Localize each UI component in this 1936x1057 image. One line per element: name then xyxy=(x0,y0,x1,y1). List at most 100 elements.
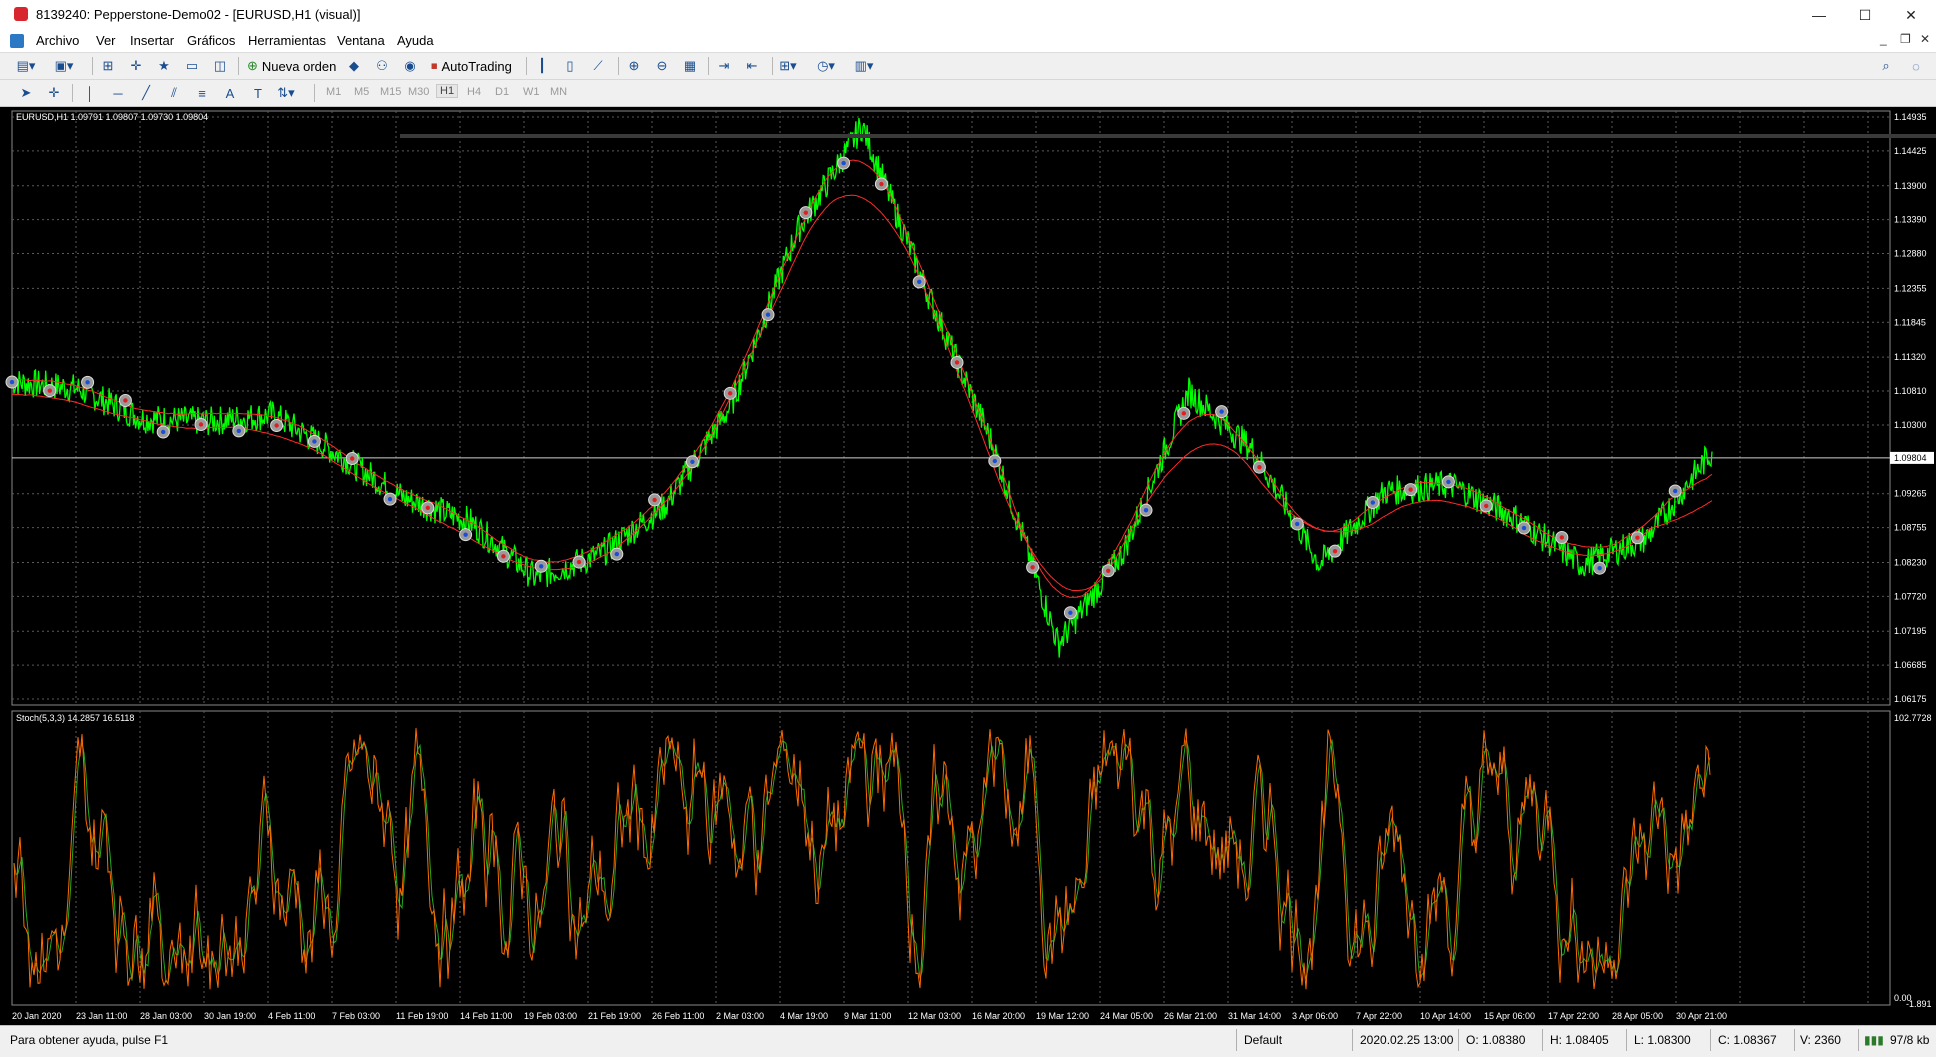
trade-marker-dot xyxy=(1635,535,1640,540)
chart-window[interactable]: 1.14935 1.14425 1.13900 1.13390 1.12880 1.123… xyxy=(0,107,1936,1025)
terminal-icon[interactable]: ▭ xyxy=(182,56,202,76)
trade-marker-dot xyxy=(1521,525,1527,531)
trade-marker-dot xyxy=(614,551,620,557)
status-datetime: 2020.02.25 13:00 xyxy=(1360,1033,1454,1047)
mdi-close-button[interactable]: ✕ xyxy=(1920,32,1930,46)
price-tick-label: 1.11320 xyxy=(1894,352,1926,362)
menu-ayuda[interactable]: Ayuda xyxy=(397,33,434,48)
price-tick-label: 1.10810 xyxy=(1894,386,1927,396)
price-tick-label: 1.11845 xyxy=(1894,317,1926,327)
zoom-in-icon[interactable]: ⊕ xyxy=(624,56,644,76)
price-tick-label: 1.12880 xyxy=(1894,249,1927,259)
candlestick-icon[interactable]: ▯ xyxy=(560,56,580,76)
metaeditor-icon[interactable]: ◆ xyxy=(344,56,364,76)
time-tick-label: 31 Mar 14:00 xyxy=(1228,1011,1281,1021)
price-tick-label: 1.10300 xyxy=(1894,420,1927,430)
autoscroll-icon[interactable]: ⇥ xyxy=(714,56,734,76)
timeframe-m30[interactable]: M30 xyxy=(408,86,429,98)
search-icon[interactable]: ⌕ xyxy=(1876,56,1896,76)
close-button[interactable]: ✕ xyxy=(1888,0,1934,30)
menu-archivo[interactable]: Archivo xyxy=(36,33,79,48)
menu-ventana[interactable]: Ventana xyxy=(337,33,385,48)
trade-marker-dot xyxy=(539,564,544,569)
trade-marker-dot xyxy=(1484,503,1489,509)
mdi-minimize-button[interactable]: _ xyxy=(1880,32,1887,46)
time-tick-label: 7 Feb 03:00 xyxy=(332,1011,380,1021)
timeframe-m1[interactable]: M1 xyxy=(326,86,341,98)
time-tick-label: 19 Mar 12:00 xyxy=(1036,1011,1089,1021)
trade-marker-dot xyxy=(274,423,279,428)
time-tick-label: 3 Apr 06:00 xyxy=(1292,1011,1338,1021)
bar-chart-icon[interactable]: ┃ xyxy=(532,56,552,76)
autotrading-button[interactable]: ⏹ AutoTrading xyxy=(428,56,515,76)
time-tick-label: 21 Feb 19:00 xyxy=(588,1011,641,1021)
chat-icon[interactable]: ◌ xyxy=(1906,56,1926,76)
templates-icon[interactable]: ▥▾ xyxy=(854,56,874,76)
horizontal-scrollbar[interactable] xyxy=(400,134,1936,138)
navigator-icon[interactable]: ★ xyxy=(154,56,174,76)
horizontal-line-icon[interactable]: ─ xyxy=(108,83,128,103)
band-upper xyxy=(11,159,1713,598)
tile-windows-icon[interactable]: ▦ xyxy=(680,56,700,76)
timeframe-d1[interactable]: D1 xyxy=(495,86,509,98)
timeframe-w1[interactable]: W1 xyxy=(523,86,540,98)
time-tick-label: 10 Apr 14:00 xyxy=(1420,1011,1471,1021)
trade-marker-dot xyxy=(992,458,998,464)
chart-shift-icon[interactable]: ⇤ xyxy=(742,56,762,76)
trade-marker-dot xyxy=(879,181,884,187)
time-tick-label: 26 Feb 11:00 xyxy=(652,1011,704,1021)
timeframe-mn[interactable]: MN xyxy=(550,86,567,98)
price-tick-label: 1.14425 xyxy=(1894,146,1927,156)
trade-marker-dot xyxy=(236,428,242,434)
standard-toolbar: ▤▾ ▣▾ ⊞ ✛ ★ ▭ ◫ ⊕ Nueva orden ◆ ⚇ ◉ ⏹ Auto… xyxy=(0,53,1936,80)
text-label-icon[interactable]: T xyxy=(248,83,268,103)
menu-graficos[interactable]: Gráficos xyxy=(187,33,235,48)
line-chart-icon[interactable]: ⟋ xyxy=(588,56,608,76)
fibonacci-icon[interactable]: ≡ xyxy=(192,83,212,103)
text-tool-icon[interactable]: A xyxy=(220,83,240,103)
market-watch-icon[interactable]: ⊞ xyxy=(98,56,118,76)
maximize-button[interactable]: ☐ xyxy=(1842,0,1888,30)
time-tick-label: 4 Feb 11:00 xyxy=(268,1011,315,1021)
new-chart-icon[interactable]: ▤▾ xyxy=(16,56,36,76)
mdi-restore-button[interactable]: ❐ xyxy=(1900,32,1911,46)
strategy-tester-icon[interactable]: ◫ xyxy=(210,56,230,76)
periods-icon[interactable]: ◷▾ xyxy=(816,56,836,76)
timeframe-h1[interactable]: H1 xyxy=(436,84,459,98)
menu-insertar[interactable]: Insertar xyxy=(130,33,174,48)
menu-ver[interactable]: Ver xyxy=(96,33,116,48)
chart-canvas[interactable]: 1.14935 1.14425 1.13900 1.13390 1.12880 1.123… xyxy=(0,107,1936,1025)
time-tick-label: 4 Mar 19:00 xyxy=(780,1011,828,1021)
cursor-icon[interactable]: ➤ xyxy=(16,83,36,103)
status-low: L: 1.08300 xyxy=(1634,1033,1691,1047)
signals-icon[interactable]: ⚇ xyxy=(372,56,392,76)
timeframe-h4[interactable]: H4 xyxy=(467,86,481,98)
trade-marker-dot xyxy=(47,388,53,393)
timeframe-m15[interactable]: M15 xyxy=(380,86,401,98)
window-title: 8139240: Pepperstone-Demo02 - [EURUSD,H1… xyxy=(36,7,361,22)
arrows-icon[interactable]: ⇅▾ xyxy=(276,83,296,103)
channel-icon[interactable]: ⫽ xyxy=(164,83,184,103)
data-window-icon[interactable]: ✛ xyxy=(126,56,146,76)
chart-window-icon[interactable] xyxy=(10,34,24,48)
minimize-button[interactable]: — xyxy=(1796,0,1842,30)
time-tick-label: 9 Mar 11:00 xyxy=(844,1011,891,1021)
trade-marker-dot xyxy=(1446,479,1451,485)
new-order-button[interactable]: ⊕ Nueva orden xyxy=(244,56,339,76)
trade-marker-dot xyxy=(1673,488,1678,494)
trade-marker-dot xyxy=(1559,535,1565,540)
price-tick-label: 1.06175 xyxy=(1894,694,1927,704)
status-open: O: 1.08380 xyxy=(1466,1033,1526,1047)
menu-herramientas[interactable]: Herramientas xyxy=(248,33,326,48)
envelope-bands xyxy=(11,159,1713,598)
profiles-icon[interactable]: ▣▾ xyxy=(54,56,74,76)
market-icon[interactable]: ◉ xyxy=(400,56,420,76)
trendline-icon[interactable]: ╱ xyxy=(136,83,156,103)
vertical-line-icon[interactable]: │ xyxy=(80,83,100,103)
indicators-icon[interactable]: ⊞▾ xyxy=(778,56,798,76)
status-volume: V: 2360 xyxy=(1800,1033,1841,1047)
zoom-out-icon[interactable]: ⊖ xyxy=(652,56,672,76)
trade-marker-dot xyxy=(1143,507,1149,513)
timeframe-m5[interactable]: M5 xyxy=(354,86,369,98)
crosshair-icon[interactable]: ✛ xyxy=(44,83,64,103)
